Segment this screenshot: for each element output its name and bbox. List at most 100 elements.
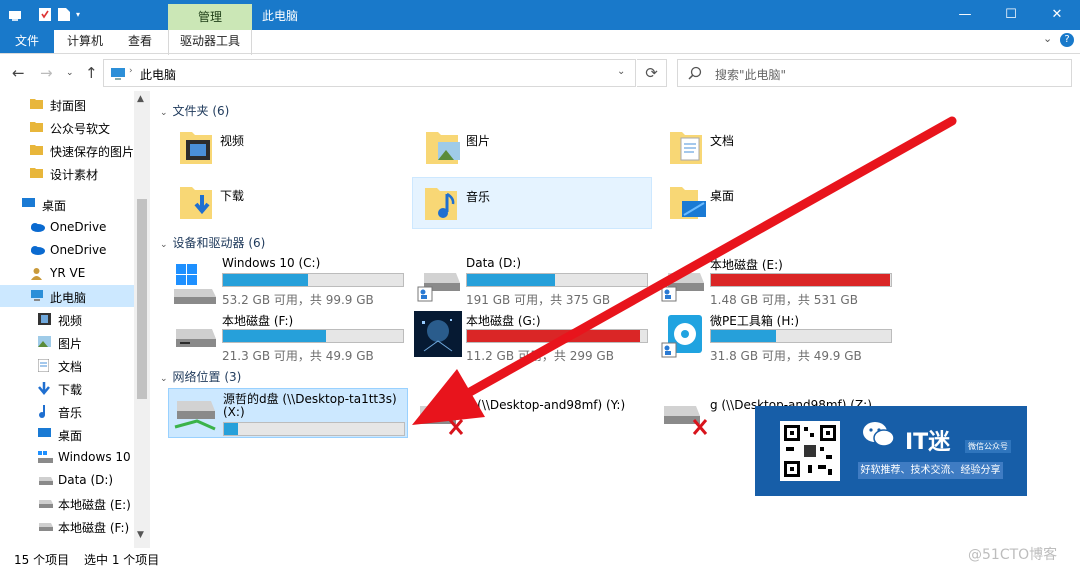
drive-d[interactable]: Data (D:) 191 GB 可用，共 375 GB	[412, 255, 652, 311]
search-box[interactable]: 搜索"此电脑"	[677, 59, 1072, 87]
sidebar-item-label: 视频	[58, 314, 83, 328]
drive-usage-bar	[710, 329, 892, 343]
drive-g[interactable]: 本地磁盘 (G:) 11.2 GB 可用，共 299 GB	[412, 311, 652, 367]
sidebar-item[interactable]: 图片	[0, 331, 134, 353]
sidebar-item[interactable]: 文档	[0, 354, 134, 376]
sidebar-item-label: Data (D:)	[58, 473, 114, 487]
section-devices-header[interactable]: ⌄ 设备和驱动器 (6)	[160, 234, 265, 251]
minimize-button[interactable]: —	[942, 0, 988, 30]
scroll-up-icon[interactable]: ▲	[137, 94, 144, 104]
new-folder-quick-icon[interactable]	[58, 8, 70, 21]
close-button[interactable]: ✕	[1034, 0, 1080, 30]
sidebar-item[interactable]: 设计素材	[0, 162, 134, 184]
network-drive-y[interactable]: a (\\Desktop-and98mf) (Y:)	[412, 388, 652, 438]
ribbon-expand-icon[interactable]: ⌄	[1043, 32, 1052, 45]
video-icon	[38, 313, 51, 325]
sidebar-item[interactable]: 音乐	[0, 400, 134, 422]
drive-info: 1.48 GB 可用，共 531 GB	[710, 293, 858, 307]
recent-locations-icon[interactable]: ⌄	[66, 68, 74, 78]
sidebar-item[interactable]: Data (D:)	[0, 469, 134, 491]
desktop-folder-icon	[668, 181, 708, 224]
scroll-down-icon[interactable]: ▼	[137, 530, 144, 540]
help-icon[interactable]: ?	[1060, 33, 1074, 47]
pictures-icon	[38, 336, 51, 347]
drive-f[interactable]: 本地磁盘 (F:) 21.3 GB 可用，共 49.9 GB	[168, 311, 408, 367]
folder-label: 下载	[220, 189, 245, 203]
drive-usage-bar	[466, 273, 648, 287]
windows-drive-icon	[38, 451, 53, 463]
sidebar-item-label: YR VE	[50, 266, 86, 280]
drive-h[interactable]: 微PE工具箱 (H:) 31.8 GB 可用，共 49.9 GB	[656, 311, 896, 367]
sidebar-item[interactable]: 下载	[0, 377, 134, 399]
explorer-app-icon[interactable]	[8, 8, 21, 21]
address-bar[interactable]: › 此电脑 ⌄	[103, 59, 636, 87]
collapse-chevron-icon[interactable]: ⌄	[160, 374, 168, 384]
sidebar-item[interactable]: Windows 10 (	[0, 446, 139, 468]
properties-quick-icon[interactable]	[39, 8, 51, 21]
selected-count: 选中 1 个项目	[84, 553, 160, 567]
back-arrow-icon[interactable]: ←	[12, 64, 25, 82]
item-count: 15 个项目	[14, 553, 70, 567]
sidebar-item[interactable]: 封面图	[0, 93, 134, 115]
sidebar-item[interactable]: 桌面	[0, 193, 134, 215]
address-path[interactable]: 此电脑	[140, 66, 176, 83]
sidebar-item-label: 下载	[58, 383, 83, 397]
forward-arrow-icon[interactable]: →	[40, 64, 53, 82]
drive-info: 21.3 GB 可用，共 49.9 GB	[222, 349, 374, 363]
sidebar-item[interactable]: 视频	[0, 308, 134, 330]
maximize-button[interactable]: ☐	[988, 0, 1034, 30]
customize-quick-access-icon[interactable]: ▾	[76, 10, 88, 22]
collapse-chevron-icon[interactable]: ⌄	[160, 108, 168, 118]
drive-e[interactable]: 本地磁盘 (E:) 1.48 GB 可用，共 531 GB	[656, 255, 896, 311]
folder-music[interactable]: 音乐	[412, 177, 652, 229]
tab-computer[interactable]: 计算机	[58, 30, 112, 53]
folder-desktop[interactable]: 桌面	[662, 177, 897, 229]
address-history-icon[interactable]: ⌄	[617, 66, 625, 77]
address-separator-icon[interactable]: ›	[129, 66, 133, 76]
context-tab-manage[interactable]: 管理	[168, 4, 252, 30]
folder-documents[interactable]: 文档	[662, 122, 897, 174]
sidebar-item[interactable]: 本地磁盘 (F:)	[0, 515, 134, 537]
sidebar-item[interactable]: OneDrive	[0, 216, 134, 238]
sidebar-item[interactable]: 本地磁盘 (E:)	[0, 492, 134, 514]
folder-videos[interactable]: 视频	[172, 122, 407, 174]
drive-name: 本地磁盘 (E:)	[710, 258, 783, 272]
drive-usage-fill	[711, 330, 776, 342]
title-bar: ▾ 管理 此电脑 — ☐ ✕	[0, 0, 1080, 30]
sidebar-item-label: 此电脑	[50, 291, 87, 305]
section-folders-header[interactable]: ⌄ 文件夹 (6)	[160, 102, 229, 119]
section-network-header[interactable]: ⌄ 网络位置 (3)	[160, 368, 241, 385]
video-folder-icon	[178, 126, 214, 169]
drive-c[interactable]: Windows 10 (C:) 53.2 GB 可用，共 99.9 GB	[168, 255, 408, 311]
promo-tag: 微信公众号	[965, 440, 1011, 453]
sidebar-item-label: 封面图	[50, 99, 87, 113]
folder-pictures[interactable]: 图片	[418, 122, 653, 174]
up-arrow-icon[interactable]: ↑	[85, 64, 98, 82]
music-folder-icon	[423, 182, 459, 225]
tab-file[interactable]: 文件	[0, 30, 54, 53]
sidebar-item[interactable]: 快速保存的图片	[0, 139, 134, 161]
search-input[interactable]: 搜索"此电脑"	[715, 66, 786, 83]
desktop-icon	[38, 428, 51, 439]
desktop-icon	[22, 198, 35, 209]
folder-icon	[30, 98, 43, 109]
close-icon: ✕	[1051, 7, 1063, 22]
pe-toolbox-drive-icon	[660, 313, 706, 362]
scroll-thumb[interactable]	[137, 199, 147, 399]
sidebar-item[interactable]: 此电脑	[0, 285, 134, 307]
navigation-scrollbar[interactable]: ▲ ▼	[134, 91, 150, 548]
folder-downloads[interactable]: 下载	[172, 177, 407, 229]
drive-usage-bar	[222, 273, 404, 287]
sidebar-item-label: 本地磁盘 (F:)	[58, 521, 130, 535]
collapse-chevron-icon[interactable]: ⌄	[160, 240, 168, 250]
sidebar-item[interactable]: YR VE	[0, 262, 134, 284]
sidebar-item[interactable]: 公众号软文	[0, 116, 134, 138]
maximize-icon: ☐	[1005, 7, 1017, 22]
tab-view[interactable]: 查看	[116, 30, 164, 53]
sidebar-item-label: 本地磁盘 (E:)	[58, 498, 131, 512]
network-drive-x[interactable]: 源哲的d盘 (\\Desktop-ta1tt3s) (X:)	[168, 388, 408, 438]
sidebar-item[interactable]: 桌面	[0, 423, 134, 445]
sidebar-item[interactable]: OneDrive	[0, 239, 134, 261]
refresh-button[interactable]: ⟳	[637, 59, 667, 87]
folder-label: 文档	[710, 134, 735, 148]
